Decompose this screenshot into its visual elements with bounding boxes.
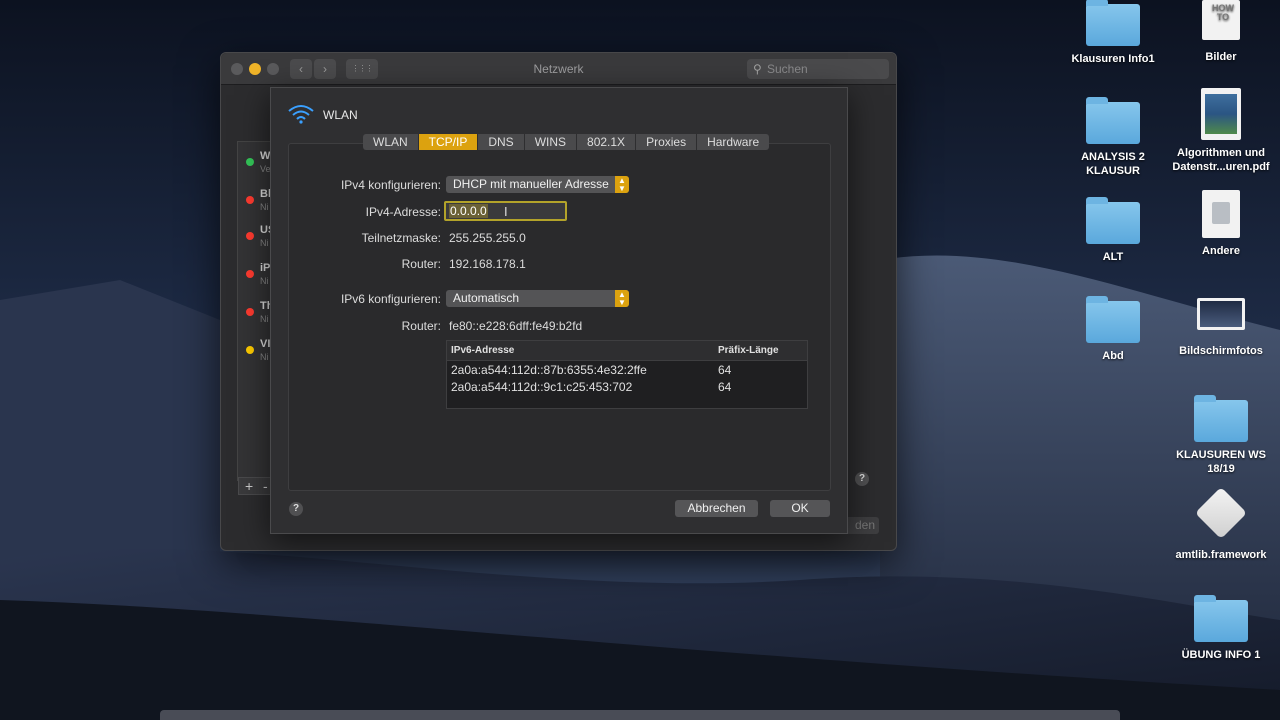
cancel-button[interactable]: Abbrechen [675,500,758,517]
router-label: Router: [401,257,441,271]
column-header-ipv6-address[interactable]: IPv6-Adresse [451,345,514,356]
search-icon: ⚲ [753,62,762,76]
desktop-icon-bilder[interactable]: HOW TO Bilder [1165,0,1277,64]
dock [160,710,1120,720]
tab-8021x[interactable]: 802.1X [577,134,637,150]
status-dot-icon [246,232,254,240]
remove-service-button[interactable]: - [263,478,268,494]
settings-panel: IPv4 konfigurieren: DHCP mit manueller A… [288,143,831,491]
desktop-icon-analysis-2-klausur[interactable]: ANALYSIS 2 KLAUSUR [1057,97,1169,178]
image-icon [1197,298,1245,330]
service-item[interactable]: US Ni [238,218,275,256]
tab-bar: WLAN TCP/IP DNS WINS 802.1X Proxies Hard… [363,134,770,150]
pdf-icon [1201,88,1241,140]
search-field[interactable]: ⚲ Suchen [747,59,889,79]
document-icon [1202,190,1240,238]
folder-icon [1086,296,1140,343]
service-item[interactable]: Bl Ni [238,182,274,220]
status-dot-icon [246,270,254,278]
ipv6-config-label: IPv6 konfigurieren: [340,292,441,306]
status-dot-icon [246,346,254,354]
ipv4-config-label: IPv4 konfigurieren: [340,178,441,192]
status-dot-icon [246,308,254,316]
ipv6-config-popup[interactable]: Automatisch ▲ ▼ [446,290,629,307]
document-icon: HOW TO [1202,0,1240,40]
table-row[interactable]: 2a0a:a544:112d::87b:6355:4e32:2ffe 64 [447,361,807,378]
ipv4-address-label: IPv4-Adresse: [365,205,441,219]
framework-icon [1194,486,1248,540]
folder-icon [1194,595,1248,642]
folder-icon [1086,97,1140,144]
table-row[interactable]: 2a0a:a544:112d::9c1:c25:453:702 64 [447,378,807,395]
service-item[interactable]: Th Ni [238,294,274,332]
desktop-icon-abd[interactable]: Abd [1057,296,1169,363]
window-titlebar: ‹ › ⋮⋮⋮ Netzwerk ⚲ Suchen [221,53,896,85]
tab-tcpip[interactable]: TCP/IP [418,134,479,150]
service-item[interactable]: iP Ni [238,256,274,294]
ipv4-config-popup[interactable]: DHCP mit manueller Adresse ▲ ▼ [446,176,629,193]
text-cursor-icon: I [504,204,508,219]
desktop-icon-bildschirmfotos[interactable]: Bildschirmfotos [1165,298,1277,358]
background-partial-button: den [845,517,879,534]
tab-wlan[interactable]: WLAN [363,134,419,150]
ipv6-address-table: IPv6-Adresse Präfix-Länge 2a0a:a544:112d… [446,340,808,409]
add-service-button[interactable]: + [245,478,253,494]
tab-dns[interactable]: DNS [478,134,525,150]
tab-wins[interactable]: WINS [525,134,578,150]
service-item[interactable]: W Ve [238,144,274,182]
chevron-updown-icon: ▲ ▼ [615,290,629,307]
subnet-mask-value: 255.255.255.0 [449,231,526,245]
subnet-mask-label: Teilnetzmaske: [361,231,441,245]
add-remove-control: + - [238,477,274,495]
desktop-icon-alt[interactable]: ALT [1057,197,1169,264]
tab-hardware[interactable]: Hardware [697,134,769,150]
folder-icon [1086,0,1140,46]
desktop-icon-klausuren-info1[interactable]: Klausuren Info1 [1057,0,1169,66]
folder-icon [1194,395,1248,442]
router-value: 192.168.178.1 [449,257,526,271]
status-dot-icon [246,196,254,204]
service-list: W Ve Bl Ni US Ni iP Ni Th Ni VI Ni [237,141,275,481]
ipv6-router-label: Router: [401,319,441,333]
tcpip-sheet: WLAN IPv4 konfigurieren: DHCP mit manuel… [270,87,848,534]
folder-icon [1086,197,1140,244]
desktop-icon-algorithmen-pdf[interactable]: Algorithmen und Datenstr...uren.pdf [1165,88,1277,174]
column-header-prefix-length[interactable]: Präfix-Länge [718,345,779,356]
ipv6-router-value: fe80::e228:6dff:fe49:b2fd [449,319,583,333]
sheet-help-button[interactable]: ? [289,502,303,516]
search-placeholder: Suchen [767,62,808,76]
desktop-icon-uebung-info-1[interactable]: ÜBUNG INFO 1 [1165,595,1277,662]
ok-button[interactable]: OK [770,500,830,517]
interface-header: WLAN [287,104,358,128]
desktop-icon-amtlib-framework[interactable]: amtlib.framework [1165,486,1277,562]
wifi-icon [288,105,314,124]
ipv4-address-input[interactable]: 0.0.0.0 I [444,201,567,221]
chevron-updown-icon: ▲ ▼ [615,176,629,193]
tab-proxies[interactable]: Proxies [636,134,698,150]
status-dot-icon [246,158,254,166]
desktop-icon-klausuren-ws[interactable]: KLAUSUREN WS 18/19 [1165,395,1277,476]
interface-name: WLAN [323,108,358,122]
table-header: IPv6-Adresse Präfix-Länge [447,341,807,361]
help-button[interactable]: ? [855,472,869,486]
service-item[interactable]: VI Ni [238,332,274,370]
desktop-icon-andere[interactable]: Andere [1165,190,1277,258]
